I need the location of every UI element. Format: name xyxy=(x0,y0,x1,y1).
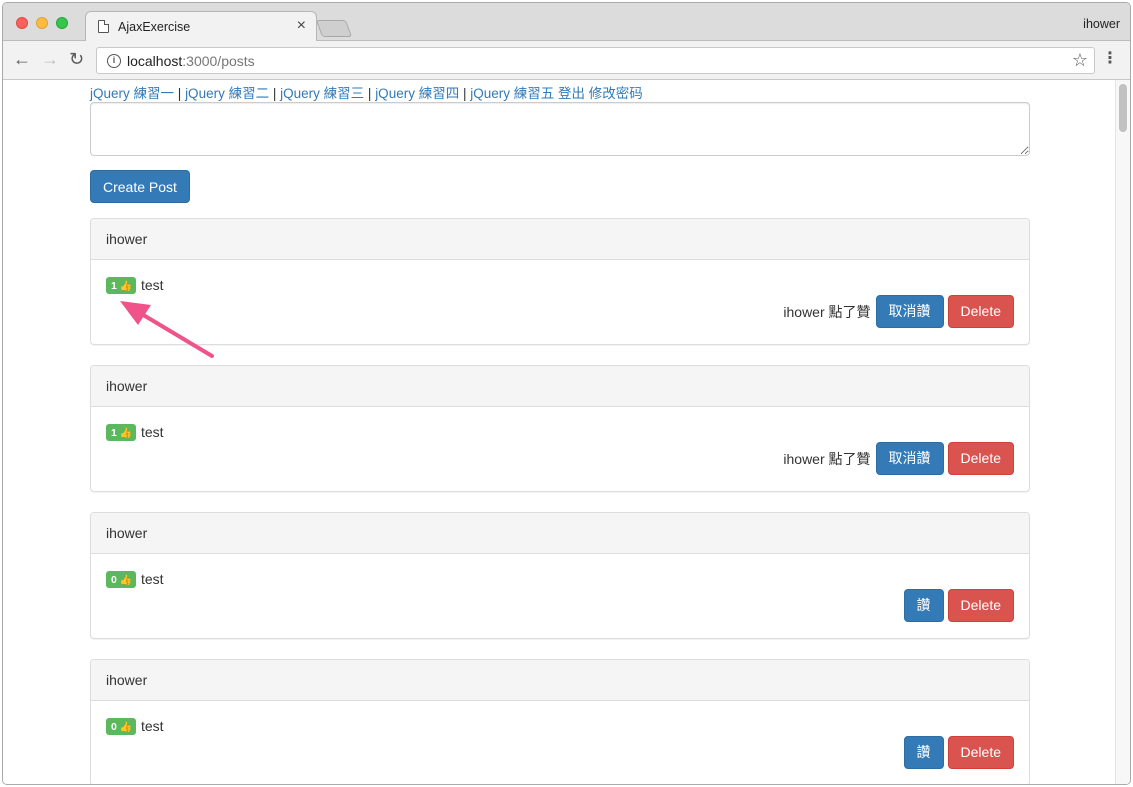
tab-close-icon[interactable]: × xyxy=(297,17,306,35)
like-count: 1 xyxy=(111,280,117,292)
forward-icon[interactable]: → xyxy=(41,49,59,69)
page-icon xyxy=(98,20,109,33)
maximize-window-icon[interactable] xyxy=(56,17,68,29)
browser-toolbar: ← → ↻ i localhost:3000/posts ☆ ⋮ xyxy=(3,41,1130,80)
post-body: 0 👍 test 讚 Delete xyxy=(91,701,1029,784)
logout-link[interactable]: 登出 xyxy=(558,86,585,101)
address-bar[interactable]: i localhost:3000/posts ☆ xyxy=(96,47,1095,74)
post-text: test xyxy=(141,718,164,734)
bookmark-star-icon[interactable]: ☆ xyxy=(1072,50,1088,71)
like-count: 0 xyxy=(111,721,117,733)
post-text: test xyxy=(141,424,164,440)
post-author: ihower xyxy=(91,219,1029,260)
like-count-badge: 1 👍 xyxy=(106,424,137,441)
delete-button[interactable]: Delete xyxy=(947,589,1014,622)
like-count: 0 xyxy=(111,574,117,586)
like-count-badge: 0 👍 xyxy=(106,571,137,588)
url-host: localhost xyxy=(127,53,183,69)
thumbs-up-icon: 👍 xyxy=(119,428,133,439)
back-icon[interactable]: ← xyxy=(13,49,31,69)
nav-link-exercise-4[interactable]: jQuery 練習四 xyxy=(375,86,459,101)
url-path: :3000/posts xyxy=(182,53,255,69)
url-text[interactable]: localhost:3000/posts xyxy=(127,53,255,69)
post-content-textarea[interactable] xyxy=(90,102,1030,156)
nav-separator: | xyxy=(272,86,277,101)
post-author: ihower xyxy=(91,366,1029,407)
nav-separator: | xyxy=(367,86,372,101)
thumbs-up-icon: 👍 xyxy=(119,722,133,733)
unlike-button[interactable]: 取消讚 xyxy=(875,442,944,475)
like-button[interactable]: 讚 xyxy=(903,736,944,769)
like-count-badge: 1 👍 xyxy=(106,277,137,294)
page-content: jQuery 練習一 | jQuery 練習二 | jQuery 練習三 | j… xyxy=(90,82,1030,784)
like-count-badge: 0 👍 xyxy=(106,718,137,735)
post-panel: ihower 0 👍 test 讚 Delete xyxy=(90,659,1030,784)
post-actions: ihower 點了贊 取消讚 Delete xyxy=(783,295,1014,328)
tab-title: AjaxExercise xyxy=(118,20,191,34)
post-panel: ihower 1 👍 test ihower 點了贊 取消讚 Delete xyxy=(90,365,1030,492)
scrollbar-thumb[interactable] xyxy=(1119,84,1127,132)
post-actions: 讚 Delete xyxy=(903,736,1014,769)
page-scrollbar[interactable] xyxy=(1115,80,1130,784)
tab-strip: AjaxExercise × ihower xyxy=(3,3,1130,42)
browser-menu-icon[interactable]: ⋮ xyxy=(1102,50,1118,68)
create-post-button[interactable]: Create Post xyxy=(90,170,190,203)
nav-link-exercise-5[interactable]: jQuery 練習五 xyxy=(470,86,554,101)
post-body: 0 👍 test 讚 Delete xyxy=(91,554,1029,638)
new-tab-button[interactable] xyxy=(315,20,353,37)
browser-window: AjaxExercise × ihower ← → ↻ i localhost:… xyxy=(2,2,1131,785)
change-password-link[interactable]: 修改密码 xyxy=(589,86,643,101)
nav-separator: | xyxy=(177,86,182,101)
thumbs-up-icon: 👍 xyxy=(119,281,133,292)
nav-link-exercise-3[interactable]: jQuery 練習三 xyxy=(280,86,364,101)
nav-links: jQuery 練習一 | jQuery 練習二 | jQuery 練習三 | j… xyxy=(90,82,1030,101)
liked-by-text: ihower 點了贊 xyxy=(783,450,871,467)
profile-name[interactable]: ihower xyxy=(1083,17,1120,31)
post-text: test xyxy=(141,277,164,293)
post-body: 1 👍 test ihower 點了贊 取消讚 Delete xyxy=(91,407,1029,491)
nav-link-exercise-2[interactable]: jQuery 練習二 xyxy=(185,86,269,101)
nav-link-exercise-1[interactable]: jQuery 練習一 xyxy=(90,86,174,101)
nav-separator: | xyxy=(462,86,467,101)
like-button[interactable]: 讚 xyxy=(903,589,944,622)
post-panel: ihower 0 👍 test 讚 Delete xyxy=(90,512,1030,639)
post-panel: ihower 1 👍 test ihower 點了贊 取消讚 Delete xyxy=(90,218,1030,345)
thumbs-up-icon: 👍 xyxy=(119,575,133,586)
like-count: 1 xyxy=(111,427,117,439)
post-actions: 讚 Delete xyxy=(903,589,1014,622)
browser-tab[interactable]: AjaxExercise × xyxy=(85,11,317,42)
delete-button[interactable]: Delete xyxy=(947,295,1014,328)
delete-button[interactable]: Delete xyxy=(947,736,1014,769)
post-author: ihower xyxy=(91,660,1029,701)
post-body: 1 👍 test ihower 點了贊 取消讚 Delete xyxy=(91,260,1029,344)
post-actions: ihower 點了贊 取消讚 Delete xyxy=(783,442,1014,475)
post-text: test xyxy=(141,571,164,587)
reload-icon[interactable]: ↻ xyxy=(69,49,84,69)
delete-button[interactable]: Delete xyxy=(947,442,1014,475)
liked-by-text: ihower 點了贊 xyxy=(783,303,871,320)
minimize-window-icon[interactable] xyxy=(36,17,48,29)
page-viewport: jQuery 練習一 | jQuery 練習二 | jQuery 練習三 | j… xyxy=(3,80,1130,784)
close-window-icon[interactable] xyxy=(16,17,28,29)
unlike-button[interactable]: 取消讚 xyxy=(875,295,944,328)
site-info-icon[interactable]: i xyxy=(107,54,121,68)
post-author: ihower xyxy=(91,513,1029,554)
